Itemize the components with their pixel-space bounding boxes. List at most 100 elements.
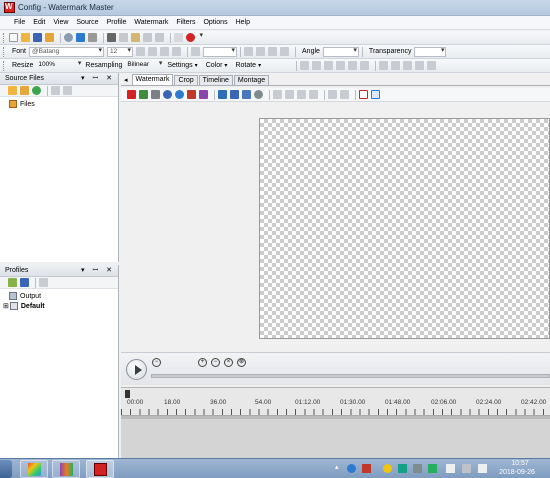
timeline-track[interactable] bbox=[121, 416, 550, 419]
resize-select[interactable]: 100% bbox=[36, 61, 82, 71]
resampling-select[interactable]: Bilinear bbox=[125, 61, 163, 71]
settings-icon[interactable] bbox=[64, 33, 73, 42]
tab-crop[interactable]: Crop bbox=[174, 75, 198, 85]
add-marker-icon[interactable]: + bbox=[198, 358, 207, 367]
tab-watermark[interactable]: Watermark bbox=[131, 74, 174, 85]
export-icon[interactable] bbox=[45, 33, 54, 42]
fit-view-icon[interactable] bbox=[359, 90, 368, 99]
tray-expand-icon[interactable]: ▴ bbox=[335, 463, 339, 471]
save-icon[interactable] bbox=[33, 33, 42, 42]
flip-vertical-icon[interactable] bbox=[300, 61, 310, 70]
open-folder-icon[interactable] bbox=[21, 33, 30, 42]
menu-file[interactable]: File bbox=[14, 19, 25, 26]
rotate-left-icon[interactable] bbox=[324, 61, 334, 70]
pen-icon[interactable] bbox=[273, 90, 282, 99]
underline-icon[interactable] bbox=[160, 47, 170, 56]
font-color-icon[interactable] bbox=[172, 47, 182, 56]
tab-montage[interactable]: Montage bbox=[233, 75, 270, 85]
undo-icon[interactable] bbox=[143, 33, 152, 42]
toolbar-grip[interactable] bbox=[3, 32, 6, 43]
flag-icon[interactable] bbox=[446, 464, 455, 473]
start-button[interactable] bbox=[0, 460, 12, 478]
tab-timeline[interactable]: Timeline bbox=[198, 75, 233, 85]
align-left-icon[interactable] bbox=[244, 47, 254, 56]
menu-edit[interactable]: Edit bbox=[33, 19, 45, 26]
tile-icon[interactable] bbox=[242, 90, 251, 99]
zoom-out-icon[interactable]: − bbox=[152, 358, 161, 367]
toolbar-overflow-icon[interactable] bbox=[198, 33, 204, 43]
volume-icon[interactable] bbox=[478, 464, 487, 473]
paste-layer-icon[interactable] bbox=[297, 90, 306, 99]
tray-app-icon[interactable] bbox=[362, 464, 371, 473]
layer-icon[interactable] bbox=[218, 90, 227, 99]
menu-profile[interactable]: Profile bbox=[107, 19, 127, 26]
remove-marker-icon[interactable]: − bbox=[211, 358, 220, 367]
frame-icon[interactable] bbox=[230, 90, 239, 99]
font-select[interactable]: @Batang bbox=[29, 46, 105, 57]
distribute-icon[interactable] bbox=[427, 61, 437, 70]
align-justify-icon[interactable] bbox=[280, 47, 290, 56]
preview-icon[interactable] bbox=[88, 33, 97, 42]
tray-app-icon[interactable] bbox=[413, 464, 422, 473]
image-watermark-icon[interactable] bbox=[139, 90, 148, 99]
align-center-icon[interactable] bbox=[256, 47, 266, 56]
globe-icon[interactable] bbox=[163, 90, 172, 99]
new-file-icon[interactable] bbox=[9, 33, 18, 42]
copy-layer-icon[interactable] bbox=[285, 90, 294, 99]
flip-horizontal-icon[interactable] bbox=[312, 61, 322, 70]
crop-icon[interactable] bbox=[348, 61, 358, 70]
add-file-icon[interactable] bbox=[8, 86, 17, 95]
paste-icon[interactable] bbox=[131, 33, 140, 42]
panel-controls[interactable]: ▾ ꟷ ✕ bbox=[81, 266, 115, 275]
clock-date[interactable]: 2018-09-26 bbox=[491, 469, 543, 476]
menu-watermark[interactable]: Watermark bbox=[134, 19, 168, 26]
tray-app-icon[interactable] bbox=[347, 464, 356, 473]
style-select[interactable] bbox=[203, 46, 238, 57]
preview-canvas[interactable] bbox=[259, 118, 550, 339]
clear-icon[interactable] bbox=[63, 86, 72, 95]
color-menu[interactable]: Color ▾ bbox=[206, 62, 228, 69]
bold-icon[interactable] bbox=[136, 47, 146, 56]
text-watermark-icon[interactable] bbox=[127, 90, 136, 99]
playhead-marker[interactable] bbox=[125, 390, 130, 398]
menu-filters[interactable]: Filters bbox=[176, 19, 195, 26]
angle-input[interactable] bbox=[322, 46, 359, 57]
align-icon[interactable] bbox=[309, 90, 318, 99]
link-icon[interactable] bbox=[328, 90, 337, 99]
redo-icon[interactable] bbox=[155, 33, 164, 42]
rotate-menu[interactable]: Rotate ▾ bbox=[235, 62, 261, 69]
taskbar-app-1[interactable] bbox=[20, 460, 48, 478]
tab-scroll-left-icon[interactable]: ◂ bbox=[124, 76, 128, 84]
align-right-icon[interactable] bbox=[268, 47, 278, 56]
rotate-right-icon[interactable] bbox=[336, 61, 346, 70]
split-marker-icon[interactable]: ⊗ bbox=[237, 358, 246, 367]
run-icon[interactable] bbox=[76, 33, 85, 42]
italic-icon[interactable] bbox=[148, 47, 158, 56]
tray-app-icon[interactable] bbox=[428, 464, 437, 473]
align-grid-icon[interactable] bbox=[379, 61, 389, 70]
copy-icon[interactable] bbox=[119, 33, 128, 42]
stop-icon[interactable] bbox=[186, 33, 195, 42]
menu-view[interactable]: View bbox=[53, 19, 68, 26]
actual-size-icon[interactable] bbox=[371, 90, 380, 99]
menu-help[interactable]: Help bbox=[236, 19, 250, 26]
text-style-icon[interactable] bbox=[191, 47, 201, 56]
tree-item-files[interactable]: Files bbox=[0, 99, 118, 109]
remove-icon[interactable] bbox=[51, 86, 60, 95]
tree-item-output[interactable]: Output bbox=[0, 291, 118, 301]
transparency-input[interactable] bbox=[414, 46, 447, 57]
panel-controls[interactable]: ▾ ꟷ ✕ bbox=[81, 74, 115, 83]
align-top-icon[interactable] bbox=[391, 61, 401, 70]
toolbar-grip[interactable] bbox=[3, 46, 6, 57]
timeline-ruler[interactable]: 00:00 18.00 36.00 54.00 01:12.00 01:30.0… bbox=[121, 388, 550, 416]
delete-icon[interactable] bbox=[174, 33, 183, 42]
toolbar-grip[interactable] bbox=[3, 60, 6, 71]
play-button[interactable] bbox=[126, 359, 147, 380]
save-profile-icon[interactable] bbox=[20, 278, 29, 287]
font-size-select[interactable]: 12 bbox=[107, 46, 134, 57]
align-bottom-icon[interactable] bbox=[403, 61, 413, 70]
unlink-icon[interactable] bbox=[340, 90, 349, 99]
brush-icon[interactable] bbox=[187, 90, 196, 99]
effect-icon[interactable] bbox=[199, 90, 208, 99]
seek-slider[interactable] bbox=[151, 374, 550, 378]
